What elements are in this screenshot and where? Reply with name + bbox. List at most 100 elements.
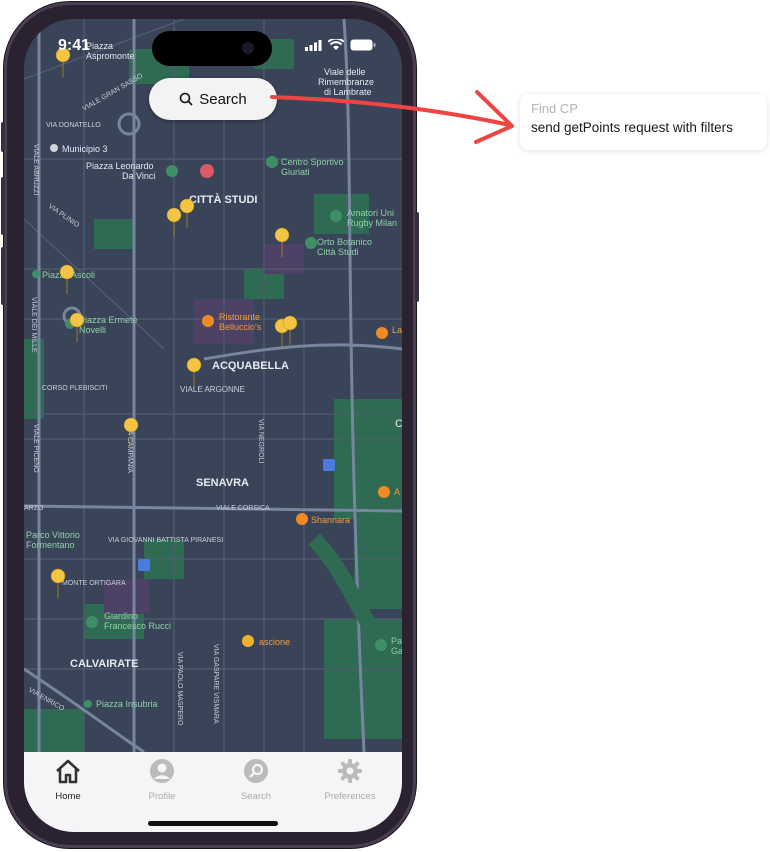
map-label: CALVAIRATE: [70, 658, 138, 670]
phone-screen: Piazza Aspromonte VIALE GRAN SASSO VIA D…: [24, 19, 402, 832]
map-label: Centro Sportivo: [281, 157, 344, 167]
map-label: Orto Botanico: [317, 237, 372, 247]
map-label: Aspromonte: [86, 51, 135, 61]
park-poi-icon: [166, 165, 178, 177]
map-label: ARZO: [24, 505, 44, 512]
map-label: VIALE PICENO: [32, 424, 39, 473]
annotation-description: send getPoints request with filters: [531, 120, 733, 135]
tab-home[interactable]: Home: [33, 758, 103, 802]
search-icon: [179, 92, 193, 106]
map-label: Formentano: [26, 540, 75, 550]
search-button-label: Search: [199, 90, 247, 108]
shop-poi-icon: [242, 635, 254, 647]
svg-text:Piazza: Piazza: [86, 41, 113, 51]
battery-icon: [350, 39, 376, 51]
map-label: Pa: [391, 636, 402, 646]
restaurant-poi-icon: [376, 327, 388, 339]
map-label: Giardino: [104, 611, 138, 621]
map-view[interactable]: Piazza Aspromonte VIALE GRAN SASSO VIA D…: [24, 19, 402, 752]
tab-search[interactable]: Search: [221, 758, 291, 802]
svg-text:Aspromonte: Aspromonte: [86, 51, 135, 61]
profile-icon: [150, 759, 174, 783]
home-indicator: [148, 821, 278, 826]
map-label: Belluccio's: [219, 322, 262, 332]
tab-label: Profile: [148, 791, 176, 802]
map-label: La: [392, 325, 402, 335]
tab-profile[interactable]: Profile: [127, 758, 197, 802]
garden-poi-icon: [305, 237, 317, 249]
search-button[interactable]: Search: [149, 78, 277, 120]
map-label: Parco Vittorio: [26, 530, 80, 540]
map-label: VIA DONATELLO: [46, 122, 101, 129]
transit-icon: [138, 559, 150, 571]
home-icon: [56, 759, 80, 784]
sport-poi-icon: [266, 156, 278, 168]
map-label: Rugby Milan: [347, 218, 397, 228]
map-label: ACQUABELLA: [212, 360, 289, 372]
dynamic-island: [152, 31, 272, 66]
rugby-poi-icon: [330, 210, 342, 222]
map-label: Francesco Rucci: [104, 621, 171, 631]
map-label: VIA GIOVANNI BATTISTA PIRANESI: [108, 537, 223, 544]
map-label: ascione: [259, 637, 290, 647]
status-time: 9:41: [58, 37, 91, 54]
mute-switch: [1, 122, 5, 152]
map-label: VIA PAOLO MASPERO: [176, 652, 183, 726]
map-label: VIA GASPARE VISMARA: [212, 644, 219, 724]
restaurant-poi-icon: [202, 315, 214, 327]
map-label: Città Studi: [317, 247, 359, 257]
camera-icon: [242, 42, 254, 54]
map-label: Piazza Insubria: [96, 699, 158, 709]
map-label: C: [395, 418, 402, 430]
tab-bar: Home Profile Search Preferences: [24, 752, 402, 832]
volume-up-button: [1, 177, 5, 235]
map-label: A: [394, 487, 400, 497]
annotation-card: Find CP send getPoints request with filt…: [520, 94, 767, 150]
map-label: CORSO PLEBISCITI: [42, 385, 107, 392]
power-button: [415, 212, 419, 302]
map-label: VIALE ARGONNE: [180, 385, 245, 394]
volume-down-button: [1, 247, 5, 305]
map-label: VIALE CORSICA: [216, 505, 270, 512]
map-label: VIA NEGROLI: [257, 419, 264, 463]
map-label: Ga: [391, 646, 402, 656]
tab-preferences[interactable]: Preferences: [315, 758, 385, 802]
map-label: SENAVRA: [196, 477, 249, 489]
map-label: MONTE ORTIGARA: [62, 580, 126, 587]
restaurant-poi-icon: [378, 486, 390, 498]
map-label: Municipio 3: [62, 144, 108, 154]
map-label: Giuriati: [281, 167, 310, 177]
search-icon: [244, 759, 268, 783]
map-label: VIALE ABRUZZI: [32, 144, 39, 195]
map-label: CITTÀ STUDI: [189, 193, 257, 206]
restaurant-poi-icon: [296, 513, 308, 525]
wifi-icon: [328, 39, 344, 50]
map-label: Ristorante: [219, 312, 260, 322]
park-poi-icon: [375, 639, 387, 651]
map-label: Piazza Leonardo: [86, 161, 154, 171]
tab-label: Search: [240, 791, 272, 802]
map-label: VIALE DEI MILLE: [30, 297, 37, 353]
landmark-poi-icon: [200, 164, 214, 178]
map-label: Shannara: [311, 515, 350, 525]
square-poi-icon: [84, 700, 92, 708]
tab-label: Home: [55, 791, 81, 802]
map-label: Da Vinci: [122, 171, 155, 181]
signal-icon: [305, 39, 322, 51]
map-label: Rimembranze: [318, 77, 374, 87]
map-label: Amatori Uni: [347, 208, 394, 218]
garden-poi-icon: [86, 616, 98, 628]
map-label: di Lambrate: [324, 87, 372, 97]
status-icons: [305, 39, 376, 51]
map-label: Novelli: [79, 325, 106, 335]
annotation-title: Find CP: [531, 101, 578, 116]
square-poi-icon: [32, 270, 40, 278]
gear-icon: [338, 759, 362, 783]
municipal-poi-icon: [50, 144, 58, 152]
map-label: Viale delle: [324, 67, 365, 77]
map-label: Piazza: [86, 41, 113, 51]
tab-label: Preferences: [324, 791, 376, 802]
transit-icon: [323, 459, 335, 471]
map-label: Piazza Ermete: [79, 315, 138, 325]
phone-frame: Piazza Aspromonte VIALE GRAN SASSO VIA D…: [1, 2, 419, 848]
